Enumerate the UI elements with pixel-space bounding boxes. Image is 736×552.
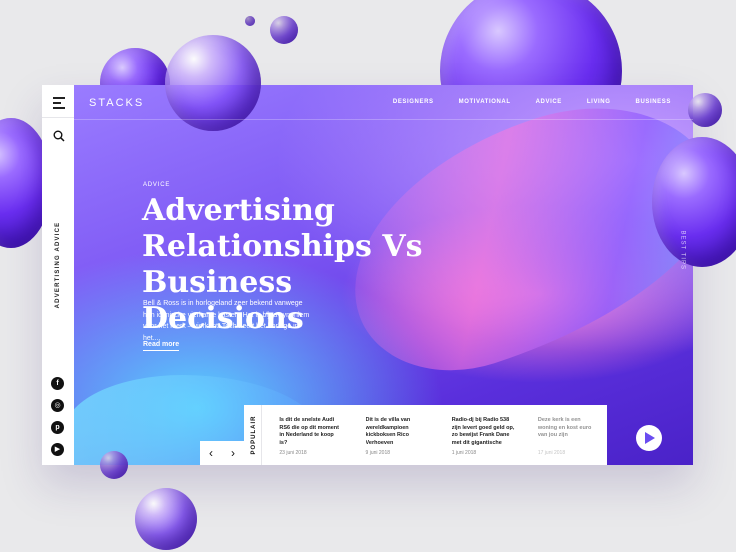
sphere-nav-small: [688, 93, 722, 127]
sphere-tiny: [245, 16, 255, 26]
nav-item-designers[interactable]: DESIGNERS: [393, 99, 434, 105]
article-category[interactable]: ADVICE: [143, 182, 170, 188]
sphere-bottom-large: [135, 488, 197, 550]
article-excerpt: Bell & Ross is in horlogeland zeer beken…: [143, 300, 310, 342]
sphere-header-overlap: [165, 35, 261, 131]
popular-item[interactable]: Is dit de snelste Audi RS6 die op dit mo…: [262, 405, 348, 465]
search-icon[interactable]: [53, 130, 65, 142]
rail-divider: [42, 117, 74, 118]
youtube-icon[interactable]: ▶: [51, 443, 64, 456]
carousel-arrows: ‹ ›: [200, 441, 244, 465]
facebook-icon[interactable]: f: [51, 377, 64, 390]
nav-item-motivational[interactable]: MOTIVATIONAL: [459, 99, 511, 105]
play-icon: [645, 432, 655, 444]
chevron-left-icon[interactable]: ‹: [200, 441, 222, 465]
popular-item[interactable]: Radio-dj bij Radio 538 zijn levert goed …: [435, 405, 521, 465]
article-card: ADVERTISING ADVICE f ◎ p ▶ STACKS DESIGN…: [42, 85, 693, 465]
menu-icon[interactable]: [53, 97, 65, 112]
left-rail: ADVERTISING ADVICE f ◎ p ▶: [42, 85, 74, 465]
header-divider: [74, 119, 693, 120]
section-vertical-label: ADVERTISING ADVICE: [55, 221, 61, 309]
nav-item-living[interactable]: LIVING: [587, 99, 611, 105]
instagram-icon[interactable]: ◎: [51, 399, 64, 412]
headline-line: Advertising: [142, 193, 335, 228]
popular-item[interactable]: Deze kerk is een woning en kost euro van…: [521, 405, 607, 465]
nav-item-advice[interactable]: ADVICE: [536, 99, 562, 105]
chevron-right-icon[interactable]: ›: [222, 441, 244, 465]
site-logo[interactable]: STACKS: [89, 97, 144, 109]
sphere-top-left-small: [270, 16, 298, 44]
popular-label: POPULAIR: [244, 405, 263, 465]
nav-item-business[interactable]: BUSINESS: [636, 99, 671, 105]
popular-strip: POPULAIR Is dit de snelste Audi RS6 die …: [244, 405, 607, 465]
popular-item[interactable]: Dit is de villa van wereldkampioen kickb…: [349, 405, 435, 465]
pinterest-icon[interactable]: p: [51, 421, 64, 434]
headline-line: Relationships Vs: [142, 229, 423, 264]
read-more-link[interactable]: Read more: [143, 341, 180, 351]
top-navigation: DESIGNERS MOTIVATIONAL ADVICE LIVING BUS…: [368, 99, 671, 105]
sphere-bottom-small: [100, 451, 128, 479]
play-button[interactable]: [636, 425, 662, 451]
side-vertical-label: BEST TIPS: [679, 230, 685, 270]
